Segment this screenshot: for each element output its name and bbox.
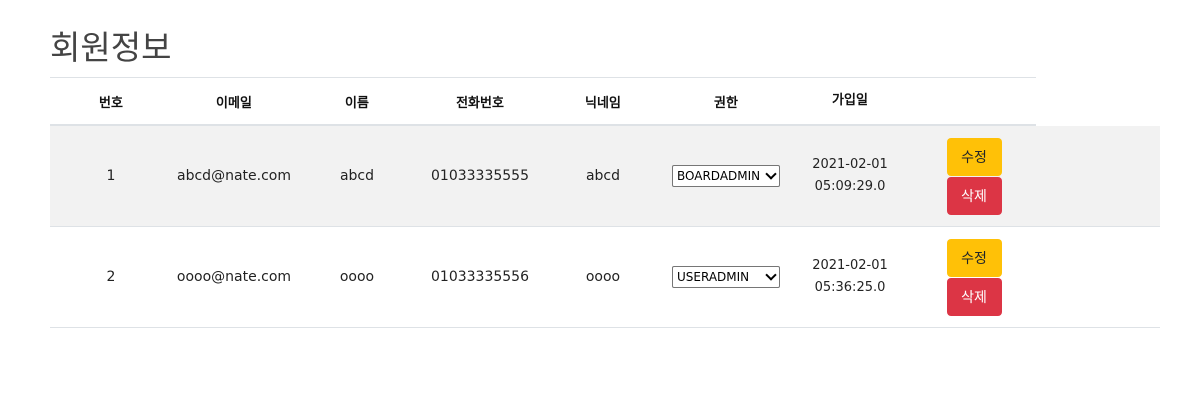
- cell-name: oooo: [339, 269, 375, 285]
- delete-button[interactable]: 삭제: [946, 176, 1002, 215]
- cell-role: BOARDADMIN: [664, 126, 788, 226]
- joined-time: 05:36:25.0: [814, 280, 886, 295]
- header-joined: 가입일: [832, 93, 868, 108]
- cell-actions: 수정 삭제: [912, 227, 1036, 327]
- cell-role: USERADMIN: [664, 227, 788, 327]
- cell-phone: 01033335556: [431, 269, 529, 285]
- cell-phone: 01033335555: [431, 168, 529, 184]
- cell-nickname: abcd: [585, 168, 621, 184]
- role-select-value: USERADMIN: [677, 270, 750, 284]
- header-nickname: 닉네임: [585, 95, 621, 111]
- cell-actions: 수정 삭제: [912, 126, 1036, 226]
- header-name: 이름: [345, 95, 369, 111]
- chevron-down-icon: [765, 269, 777, 281]
- header-phone: 전화번호: [456, 95, 504, 111]
- cell-joined: 2021-02-01 05:09:29.0: [788, 126, 912, 226]
- cell-nickname: oooo: [585, 269, 621, 285]
- member-table: 번호 이메일 이름 전화번호 닉네임 권한 가입일 1 abcd@nate.co…: [50, 78, 1160, 328]
- joined-date: 2021-02-01: [812, 258, 888, 273]
- cell-no: 2: [106, 269, 116, 285]
- header-email: 이메일: [216, 95, 252, 111]
- header-no: 번호: [99, 95, 123, 111]
- cell-email: abcd@nate.com: [177, 168, 291, 184]
- cell-no: 1: [106, 168, 116, 184]
- edit-button[interactable]: 수정: [946, 238, 1002, 277]
- header-actions: [912, 78, 1036, 124]
- header-role: 권한: [714, 95, 738, 111]
- table-header-row: 번호 이메일 이름 전화번호 닉네임 권한 가입일: [50, 78, 1036, 126]
- joined-time: 05:09:29.0: [814, 179, 886, 194]
- cell-name: abcd: [339, 168, 375, 184]
- delete-button[interactable]: 삭제: [946, 277, 1002, 316]
- cell-email: oooo@nate.com: [176, 269, 292, 285]
- joined-date: 2021-02-01: [812, 157, 888, 172]
- table-row: 2 oooo@nate.com oooo 01033335556 oooo US…: [50, 227, 1160, 328]
- chevron-down-icon: [765, 168, 777, 180]
- role-select-value: BOARDADMIN: [677, 169, 761, 183]
- cell-joined: 2021-02-01 05:36:25.0: [788, 227, 912, 327]
- role-select[interactable]: BOARDADMIN: [672, 165, 780, 187]
- table-row: 1 abcd@nate.com abcd 01033335555 abcd BO…: [50, 126, 1160, 227]
- edit-button[interactable]: 수정: [946, 137, 1002, 176]
- role-select[interactable]: USERADMIN: [672, 266, 780, 288]
- page-title: 회원정보: [50, 28, 172, 67]
